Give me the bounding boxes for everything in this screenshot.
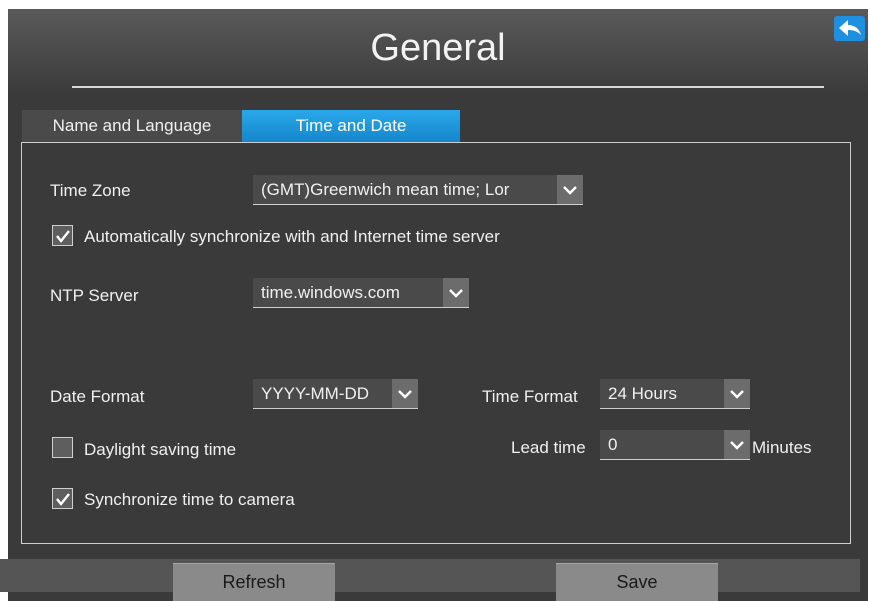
ntp-server-value: time.windows.com — [261, 283, 400, 302]
time-format-label: Time Format — [482, 387, 578, 406]
lead-time-select[interactable]: 0 — [600, 430, 750, 460]
date-format-value: YYYY-MM-DD — [261, 384, 369, 403]
checkmark-icon — [55, 229, 70, 243]
chevron-down-icon[interactable] — [724, 430, 750, 459]
chevron-down-icon[interactable] — [724, 379, 750, 408]
sync-camera-checkbox[interactable] — [52, 488, 73, 509]
back-button[interactable] — [834, 16, 865, 41]
header-bar: General — [8, 9, 868, 95]
chevron-down-icon[interactable] — [392, 379, 418, 408]
daylight-saving-checkbox[interactable] — [52, 437, 73, 458]
auto-sync-label: Automatically synchronize with and Inter… — [84, 227, 500, 246]
date-format-label: Date Format — [50, 387, 145, 406]
save-button[interactable]: Save — [556, 563, 718, 601]
footer-bar — [0, 559, 860, 592]
refresh-button[interactable]: Refresh — [173, 563, 335, 601]
date-format-select[interactable]: YYYY-MM-DD — [253, 379, 418, 409]
time-zone-value: (GMT)Greenwich mean time; Lor — [261, 180, 510, 199]
page-title: General — [370, 27, 506, 69]
back-arrow-icon — [838, 19, 861, 36]
time-zone-select[interactable]: (GMT)Greenwich mean time; Lor — [253, 175, 583, 205]
chevron-down-icon[interactable] — [557, 175, 583, 204]
ntp-server-select[interactable]: time.windows.com — [253, 278, 469, 308]
checkmark-icon — [55, 492, 70, 506]
daylight-saving-label: Daylight saving time — [84, 440, 237, 459]
tab-name-and-language[interactable]: Name and Language — [22, 110, 242, 142]
lead-time-unit: Minutes — [752, 438, 812, 457]
sync-camera-label: Synchronize time to camera — [84, 490, 295, 509]
time-zone-label: Time Zone — [50, 181, 131, 200]
lead-time-label: Lead time — [511, 438, 586, 457]
chevron-down-icon[interactable] — [443, 278, 469, 307]
tab-time-and-date[interactable]: Time and Date — [242, 110, 460, 142]
time-format-select[interactable]: 24 Hours — [600, 379, 750, 409]
time-format-value: 24 Hours — [608, 384, 677, 403]
header-divider — [72, 86, 824, 88]
ntp-server-label: NTP Server — [50, 286, 139, 305]
auto-sync-checkbox[interactable] — [52, 225, 73, 246]
lead-time-value: 0 — [608, 435, 618, 454]
